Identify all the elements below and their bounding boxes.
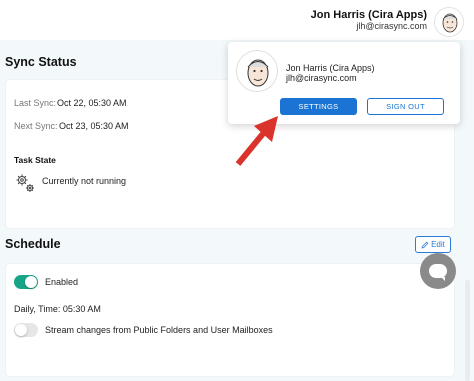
popup-user-email: jlh@cirasync.com xyxy=(286,73,357,83)
chat-launcher-button[interactable] xyxy=(420,253,456,289)
red-arrow-icon xyxy=(235,116,278,166)
last-sync-value: Oct 22, 05:30 AM xyxy=(57,98,127,108)
toggle-knob xyxy=(15,324,27,336)
header-user-email: jlh@cirasync.com xyxy=(356,21,427,31)
edit-label: Edit xyxy=(431,240,445,249)
top-bar: Jon Harris (Cira Apps) jlh@cirasync.com xyxy=(0,0,474,40)
schedule-title: Schedule xyxy=(5,237,61,251)
toggle-knob xyxy=(25,276,37,288)
stream-changes-toggle[interactable] xyxy=(14,323,38,337)
daily-time-text: Daily, Time: 05:30 AM xyxy=(14,304,101,314)
sign-out-button[interactable]: SIGN OUT xyxy=(367,98,444,115)
sync-status-title: Sync Status xyxy=(5,55,77,69)
enabled-label: Enabled xyxy=(45,277,79,287)
profile-popup: Jon Harris (Cira Apps) jlh@cirasync.com … xyxy=(228,42,460,124)
task-state-value: Currently not running xyxy=(42,176,127,186)
pencil-icon xyxy=(421,241,429,249)
stream-changes-label: Stream changes from Public Folders and U… xyxy=(45,325,273,335)
header-user-name[interactable]: Jon Harris (Cira Apps) xyxy=(311,9,427,21)
next-sync-label: Next Sync: xyxy=(14,121,58,131)
gears-icon xyxy=(14,172,36,194)
task-state-label: Task State xyxy=(14,155,56,165)
chat-icon xyxy=(429,264,447,281)
next-sync-value: Oct 23, 05:30 AM xyxy=(59,121,129,131)
settings-button[interactable]: SETTINGS xyxy=(280,98,357,115)
edit-schedule-button[interactable]: Edit xyxy=(415,236,451,253)
enabled-toggle[interactable] xyxy=(14,275,38,289)
user-avatar-icon[interactable] xyxy=(434,7,464,37)
popup-avatar-icon xyxy=(236,50,278,92)
popup-user-name: Jon Harris (Cira Apps) xyxy=(286,63,375,73)
scrollbar[interactable] xyxy=(465,280,470,381)
last-sync-label: Last Sync: xyxy=(14,98,57,108)
